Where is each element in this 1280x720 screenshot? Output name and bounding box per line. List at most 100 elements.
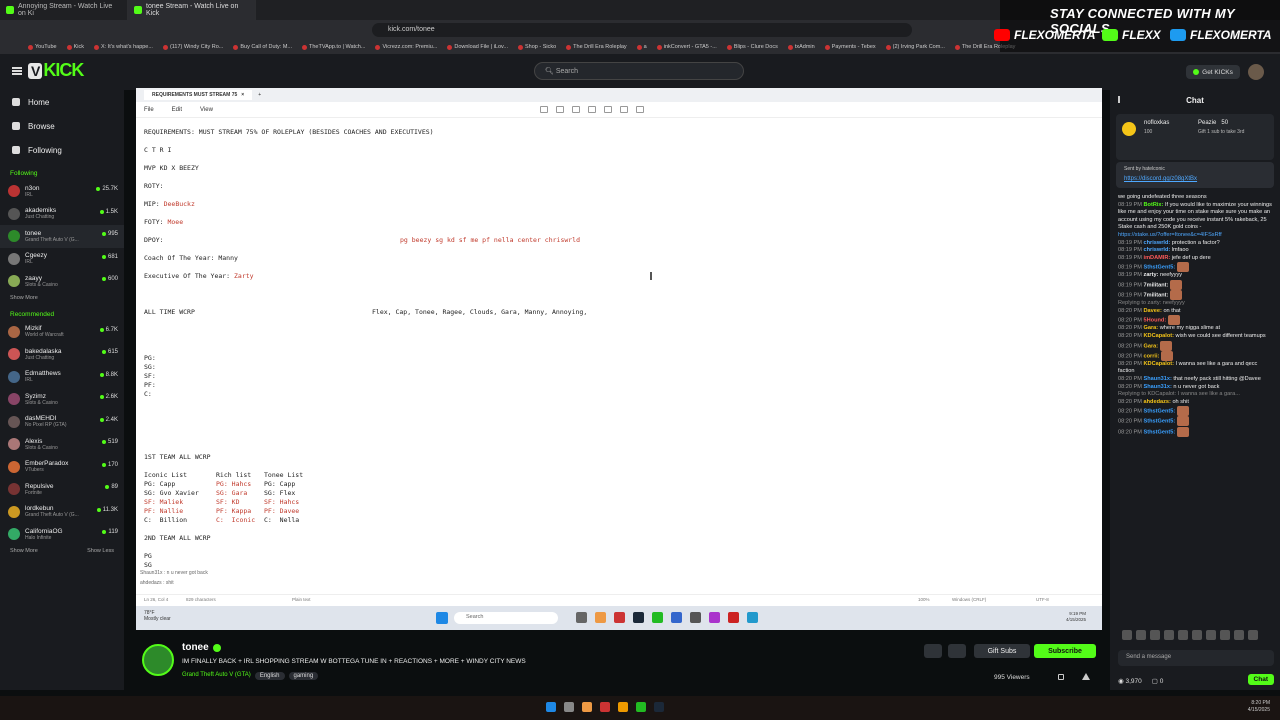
message-user[interactable]: 7militant: bbox=[1144, 283, 1169, 289]
emote-icon[interactable] bbox=[1248, 630, 1258, 640]
tag-gaming[interactable]: gaming bbox=[288, 672, 319, 680]
sidebar-channel-akademiks[interactable]: akademiks Just Chatting 1.5K bbox=[0, 203, 124, 226]
sidebar-channel-cgeezy[interactable]: Cgeezy IRL 681 bbox=[0, 248, 124, 271]
heart-icon[interactable] bbox=[948, 644, 966, 658]
spotify-icon[interactable] bbox=[636, 702, 646, 712]
message-user[interactable]: chriswrld: bbox=[1144, 247, 1171, 253]
bookmark-item[interactable]: inkConvert - GTA5 -... bbox=[656, 44, 717, 50]
sidebar-channel-syzimz[interactable]: Syzimz Slots & Casino 2.6K bbox=[0, 388, 124, 411]
bookmark-item[interactable]: (117) Windy City Ro... bbox=[162, 44, 223, 50]
emote-icon[interactable] bbox=[1136, 630, 1146, 640]
nav-browse[interactable]: Browse bbox=[0, 114, 124, 138]
sidebar-channel-californiaog[interactable]: CaliforniaOG Halo Infinite 119 bbox=[0, 523, 124, 546]
stream-category[interactable]: Grand Theft Auto V (GTA) bbox=[182, 672, 251, 680]
share-icon[interactable] bbox=[1058, 674, 1064, 680]
windows-start-icon[interactable] bbox=[546, 702, 556, 712]
bookmark-item[interactable]: Buy Call of Duty: M... bbox=[233, 44, 292, 50]
show-more-label[interactable]: Show More bbox=[10, 548, 38, 554]
report-icon[interactable] bbox=[1082, 673, 1090, 680]
bookmark-item[interactable]: Blips - Clure Docs bbox=[726, 44, 778, 50]
message-user[interactable]: SthstGent5: bbox=[1144, 265, 1176, 271]
bookmark-item[interactable]: (2) Irving Park Com... bbox=[885, 44, 945, 50]
bookmark-item[interactable]: Payments - Tebex bbox=[824, 44, 876, 50]
emote-icon[interactable] bbox=[1164, 630, 1174, 640]
sidebar-channel-bakedalaska[interactable]: bakedalaska Just Chatting 615 bbox=[0, 343, 124, 366]
bookmark-item[interactable]: Kick bbox=[66, 44, 84, 50]
emote-icon[interactable] bbox=[1178, 630, 1188, 640]
sidebar-channel-zaayy[interactable]: zaayy Slots & Casino 600 bbox=[0, 270, 124, 293]
bookmark-item[interactable]: txAdmin bbox=[787, 44, 815, 50]
collapse-icon[interactable] bbox=[1118, 96, 1126, 103]
user-avatar[interactable] bbox=[1248, 64, 1264, 80]
message-user[interactable]: imDAMIR: bbox=[1144, 255, 1171, 261]
tag-english[interactable]: English bbox=[254, 672, 285, 680]
nav-home[interactable]: Home bbox=[0, 90, 124, 114]
emote-icon[interactable] bbox=[1220, 630, 1230, 640]
bookmark-item[interactable]: Vicrezz.com: Premiu... bbox=[375, 44, 437, 50]
following-show-more[interactable]: Show More bbox=[0, 293, 124, 303]
bookmark-item[interactable]: Shop - Sicko bbox=[517, 44, 556, 50]
bell-icon[interactable] bbox=[924, 644, 942, 658]
message-user[interactable]: SthstGent5: bbox=[1144, 419, 1176, 425]
nav-following[interactable]: Following bbox=[0, 138, 124, 162]
chat-input[interactable]: Send a message bbox=[1118, 650, 1274, 666]
pinned-link[interactable]: https://discord.gg/z08gXtBx bbox=[1124, 176, 1266, 182]
pinned-gift-banner[interactable]: nofloxkas 100 Peazie 50 Gift 1 sub to ta… bbox=[1116, 114, 1274, 160]
message-user[interactable]: SthstGent5: bbox=[1144, 409, 1176, 415]
message-user[interactable]: Shaun31x: bbox=[1144, 376, 1172, 382]
message-user[interactable]: chriswrld: bbox=[1144, 240, 1171, 246]
menu-icon[interactable] bbox=[12, 67, 22, 75]
emote-icon[interactable] bbox=[1150, 630, 1160, 640]
show-less-label[interactable]: Show Less bbox=[87, 548, 114, 554]
emote-icon[interactable] bbox=[1192, 630, 1202, 640]
kicks-balance[interactable]: ◉ 3,970 bbox=[1118, 677, 1142, 685]
channel-name[interactable]: tonee bbox=[182, 642, 209, 653]
channel-avatar[interactable] bbox=[142, 644, 174, 676]
chat-send-button[interactable]: Chat bbox=[1247, 674, 1274, 685]
message-user[interactable]: BotRix: bbox=[1144, 202, 1164, 208]
sidebar-channel-n3on[interactable]: n3on IRL 25.7K bbox=[0, 180, 124, 203]
url-field[interactable]: kick.com/tonee bbox=[372, 23, 912, 37]
bookmark-item[interactable]: The Drill Era Roleplay bbox=[566, 44, 627, 50]
emote-icon[interactable] bbox=[1122, 630, 1132, 640]
sidebar-channel-dasmehdi[interactable]: dasMEHDI No Pixel RP (GTA) 2.4K bbox=[0, 411, 124, 434]
browser-tab-annoying[interactable]: Annoying Stream - Watch Live on Ki bbox=[0, 0, 128, 20]
message-user[interactable]: SthstGent5: bbox=[1144, 429, 1176, 435]
recommended-show-toggle[interactable]: Show More Show Less bbox=[0, 546, 124, 556]
kick-logo[interactable]: V KICK bbox=[28, 60, 84, 81]
search-input[interactable]: 🔍︎ Search bbox=[534, 62, 744, 80]
sidebar-channel-alexis[interactable]: Alexis Slots & Casino 519 bbox=[0, 433, 124, 456]
emote-icon[interactable] bbox=[1206, 630, 1216, 640]
sidebar-channel-lordkebun[interactable]: lordkebun Grand Theft Auto V (G... 11.3K bbox=[0, 501, 124, 524]
browser-tab-tonee[interactable]: tonee Stream - Watch Live on Kick bbox=[128, 0, 256, 20]
message-user[interactable]: 5Hound: bbox=[1144, 318, 1167, 324]
sidebar-channel-mizkif[interactable]: Mizkif World of Warcraft 6.7K bbox=[0, 321, 124, 344]
bookmark-item[interactable]: TheTVApp.to | Watch... bbox=[302, 44, 365, 50]
sidebar-channel-tonee[interactable]: tonee Grand Theft Auto V (G... 995 bbox=[0, 225, 124, 248]
bookmark-item[interactable]: YouTube bbox=[28, 44, 57, 50]
sidebar-channel-emberparadox[interactable]: EmberParadox VTubers 170 bbox=[0, 456, 124, 479]
points-balance[interactable]: ▢ 0 bbox=[1152, 677, 1164, 685]
message-user[interactable]: Gara: bbox=[1144, 343, 1159, 349]
message-user[interactable]: corrii: bbox=[1144, 353, 1160, 359]
message-user[interactable]: zarty: bbox=[1144, 272, 1159, 278]
app-icon[interactable] bbox=[600, 702, 610, 712]
message-user[interactable]: Gara: bbox=[1144, 325, 1159, 331]
get-kicks-button[interactable]: Get KICKs bbox=[1186, 65, 1240, 79]
folder-icon[interactable] bbox=[618, 702, 628, 712]
message-user[interactable]: KDCapalot: bbox=[1144, 333, 1174, 339]
message-user[interactable]: Shaun31x: bbox=[1144, 384, 1172, 390]
bookmark-item[interactable]: a bbox=[636, 44, 647, 50]
emote-icon[interactable] bbox=[1234, 630, 1244, 640]
stream-video[interactable]: REQUIREMENTS MUST STREAM 75 × + File Edit… bbox=[136, 88, 1102, 630]
gift-subs-button[interactable]: Gift Subs bbox=[974, 644, 1030, 658]
bookmark-item[interactable]: X: It's what's happe... bbox=[94, 44, 153, 50]
message-user[interactable]: ahdedazs: bbox=[1144, 399, 1171, 405]
search-icon[interactable] bbox=[564, 702, 574, 712]
steam-icon[interactable] bbox=[654, 702, 664, 712]
message-user[interactable]: KDCapalot: bbox=[1144, 361, 1174, 367]
bookmark-item[interactable]: Download File | iLov... bbox=[447, 44, 508, 50]
message-user[interactable]: 7militant: bbox=[1144, 293, 1169, 299]
message-user[interactable]: Davee: bbox=[1144, 308, 1162, 314]
subscribe-button[interactable]: Subscribe bbox=[1034, 644, 1096, 658]
